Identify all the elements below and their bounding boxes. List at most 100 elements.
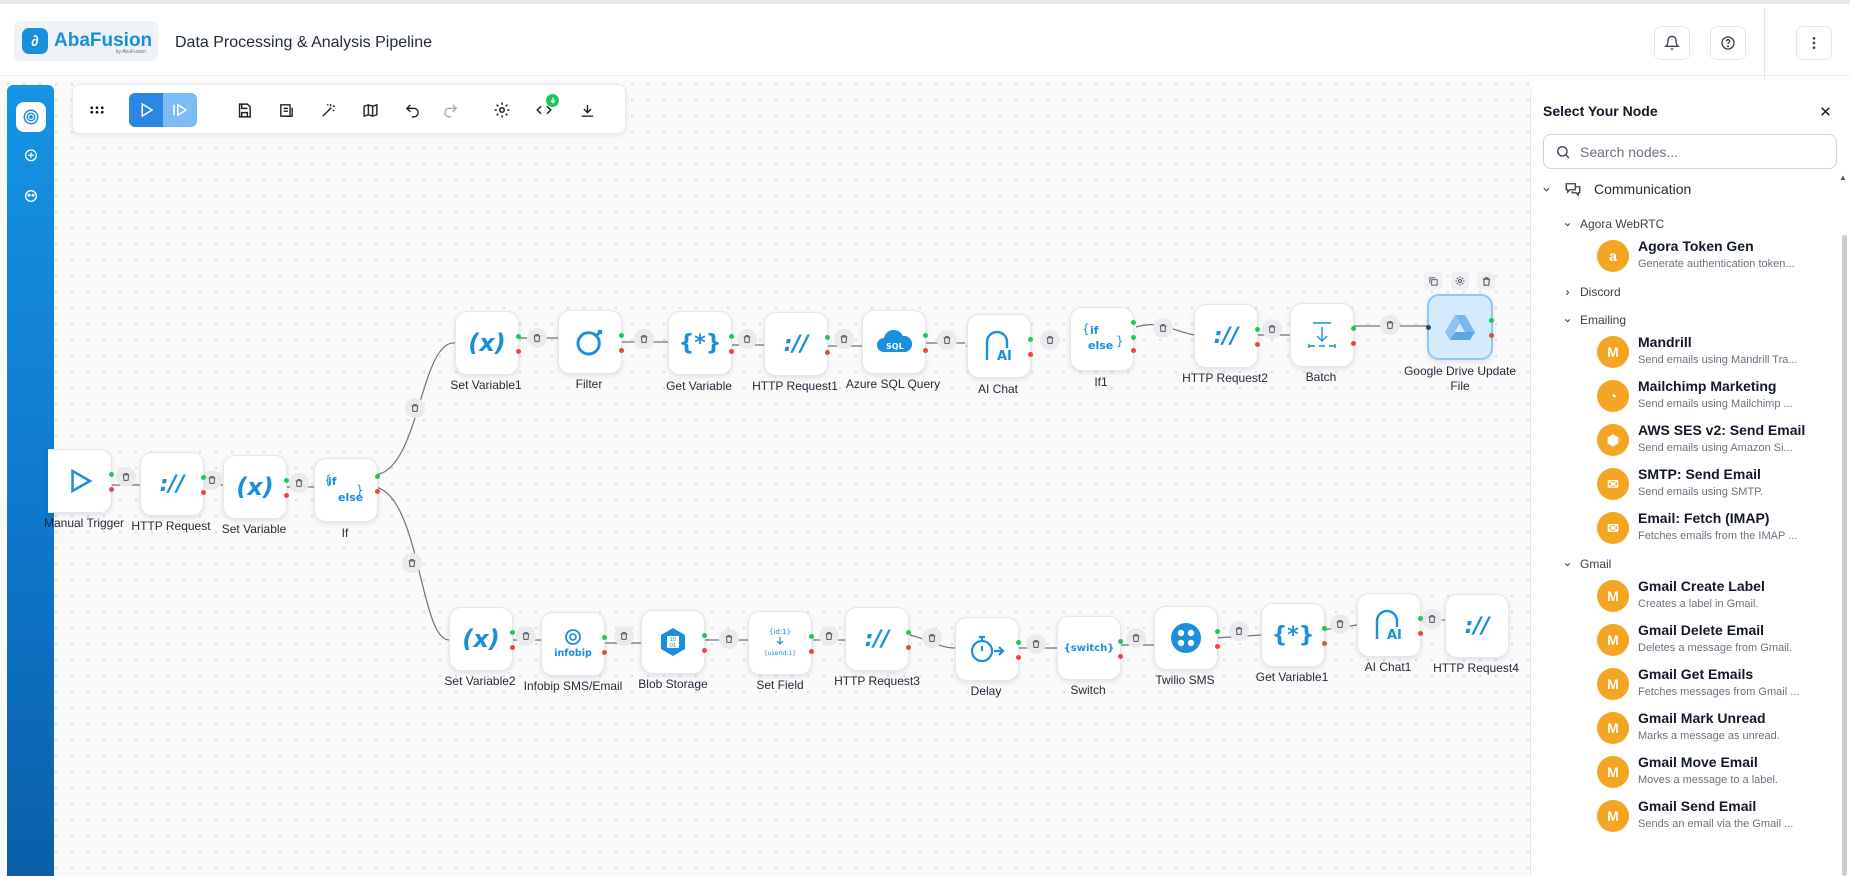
delete-edge-button[interactable]	[1126, 628, 1146, 648]
node-manual-trigger[interactable]	[48, 449, 114, 513]
node-if[interactable]: ifelse{}	[314, 458, 380, 522]
port-error[interactable]	[1016, 655, 1021, 660]
port-success[interactable]	[1028, 337, 1033, 342]
port-success[interactable]	[1016, 640, 1021, 645]
delete-edge-button[interactable]	[1262, 319, 1282, 339]
node-if1[interactable]: if else {}	[1070, 307, 1136, 371]
node-item-gmail-send-email[interactable]: M Gmail Send Email Sends an email via th…	[1597, 797, 1837, 835]
delete-edge-button[interactable]	[737, 329, 757, 349]
node-filter[interactable]	[558, 310, 624, 374]
category-communication[interactable]: Communication	[1541, 181, 1691, 197]
port-success[interactable]	[109, 472, 114, 477]
delete-edge-button[interactable]	[1229, 621, 1249, 641]
port-success[interactable]	[1489, 318, 1494, 323]
search-input[interactable]	[1580, 143, 1820, 160]
node-twilio[interactable]	[1154, 606, 1220, 670]
port-error[interactable]	[1215, 644, 1220, 649]
delete-edge-button[interactable]	[1330, 614, 1350, 634]
delete-edge-button[interactable]	[289, 473, 309, 493]
delete-edge-button[interactable]	[516, 626, 536, 646]
port-success[interactable]	[1215, 629, 1220, 634]
node-item-gmail-delete-email[interactable]: M Gmail Delete Email Deletes a message f…	[1597, 621, 1837, 659]
port-false[interactable]	[375, 489, 380, 494]
node-delay[interactable]	[955, 617, 1021, 681]
node-http-request[interactable]: ://	[140, 452, 206, 516]
delete-edge-button[interactable]	[527, 328, 547, 348]
port-error[interactable]	[906, 645, 911, 650]
delete-edge-button[interactable]	[116, 467, 136, 487]
port-error[interactable]	[809, 649, 814, 654]
port-error[interactable]	[1489, 333, 1494, 338]
delete-edge-button[interactable]	[402, 553, 422, 573]
port-error[interactable]	[602, 650, 607, 655]
delete-edge-button[interactable]	[634, 329, 654, 349]
delete-edge-button[interactable]	[819, 626, 839, 646]
port-success[interactable]	[284, 478, 289, 483]
port-error[interactable]	[1418, 631, 1423, 636]
port-true[interactable]	[375, 474, 380, 479]
node-item-gmail-create-label[interactable]: M Gmail Create Label Creates a label in …	[1597, 577, 1837, 615]
delete-edge-button[interactable]	[1040, 330, 1060, 350]
port-error[interactable]	[825, 350, 830, 355]
node-set-variable2[interactable]: (x)	[449, 607, 515, 671]
port-error[interactable]	[1118, 654, 1123, 659]
node-azure-sql[interactable]: SQL	[862, 310, 928, 374]
port-error[interactable]	[109, 487, 114, 492]
port-success[interactable]	[923, 333, 928, 338]
group-discord[interactable]: Discord	[1563, 285, 1621, 299]
port-success[interactable]	[510, 630, 515, 635]
port-false[interactable]	[1131, 335, 1136, 340]
group-agora[interactable]: Agora WebRTC	[1563, 217, 1664, 231]
port-error[interactable]	[1131, 348, 1136, 353]
delete-edge-button[interactable]	[614, 626, 634, 646]
port-error[interactable]	[284, 493, 289, 498]
port-success[interactable]	[516, 334, 521, 339]
node-blob-storage[interactable]: 10 01	[641, 610, 707, 674]
node-item-aws-ses[interactable]: ⬢ AWS SES v2: Send Email Send emails usi…	[1597, 421, 1837, 459]
node-batch[interactable]	[1290, 303, 1356, 367]
port-success[interactable]	[1255, 327, 1260, 332]
port-success[interactable]	[1351, 326, 1356, 331]
port-error[interactable]	[510, 645, 515, 650]
port-error[interactable]	[923, 348, 928, 353]
port-error[interactable]	[1028, 352, 1033, 357]
port-success[interactable]	[619, 333, 624, 338]
node-get-variable[interactable]: {*}	[668, 311, 734, 375]
node-item-gmail-mark-unread[interactable]: M Gmail Mark Unread Marks a message as u…	[1597, 709, 1837, 747]
port-true[interactable]	[1131, 320, 1136, 325]
port-success[interactable]	[906, 630, 911, 635]
port-success[interactable]	[1322, 626, 1327, 631]
node-item-mailchimp[interactable]: ◔ Mailchimp Marketing Send emails using …	[1597, 377, 1837, 415]
port-success[interactable]	[702, 633, 707, 638]
node-http-request2[interactable]: ://	[1194, 304, 1260, 368]
port-success[interactable]	[809, 634, 814, 639]
node-item-mandrill[interactable]: M Mandrill Send emails using Mandrill Tr…	[1597, 333, 1837, 371]
delete-edge-button[interactable]	[1153, 318, 1173, 338]
port-input[interactable]	[1426, 325, 1431, 330]
notifications-button[interactable]	[1654, 26, 1690, 60]
port-success[interactable]	[1118, 639, 1123, 644]
node-set-field[interactable]: {id:1} {userId:1}	[748, 611, 814, 675]
node-ai-chat[interactable]: AI	[967, 314, 1033, 378]
port-error[interactable]	[1322, 641, 1327, 646]
delete-edge-button[interactable]	[834, 329, 854, 349]
node-settings-button[interactable]	[1451, 272, 1469, 290]
delete-edge-button[interactable]	[1422, 609, 1442, 629]
port-error[interactable]	[619, 348, 624, 353]
port-success[interactable]	[602, 635, 607, 640]
port-error[interactable]	[1351, 341, 1356, 346]
delete-edge-button[interactable]	[719, 629, 739, 649]
port-error[interactable]	[516, 349, 521, 354]
port-success[interactable]	[1418, 616, 1423, 621]
node-set-variable[interactable]: (x)	[223, 455, 289, 519]
node-delete-button[interactable]	[1477, 272, 1495, 290]
node-item-gmail-move-email[interactable]: M Gmail Move Email Moves a message to a …	[1597, 753, 1837, 791]
group-gmail[interactable]: Gmail	[1563, 557, 1611, 571]
port-success[interactable]	[825, 335, 830, 340]
node-item-smtp[interactable]: ✉ SMTP: Send Email Send emails using SMT…	[1597, 465, 1837, 503]
node-get-variable1[interactable]: {*}	[1261, 603, 1327, 667]
node-item-agora-token-gen[interactable]: a Agora Token Gen Generate authenticatio…	[1597, 237, 1837, 275]
delete-edge-button[interactable]	[937, 330, 957, 350]
delete-edge-button[interactable]	[1380, 315, 1400, 335]
node-infobip[interactable]: infobip	[541, 612, 607, 676]
